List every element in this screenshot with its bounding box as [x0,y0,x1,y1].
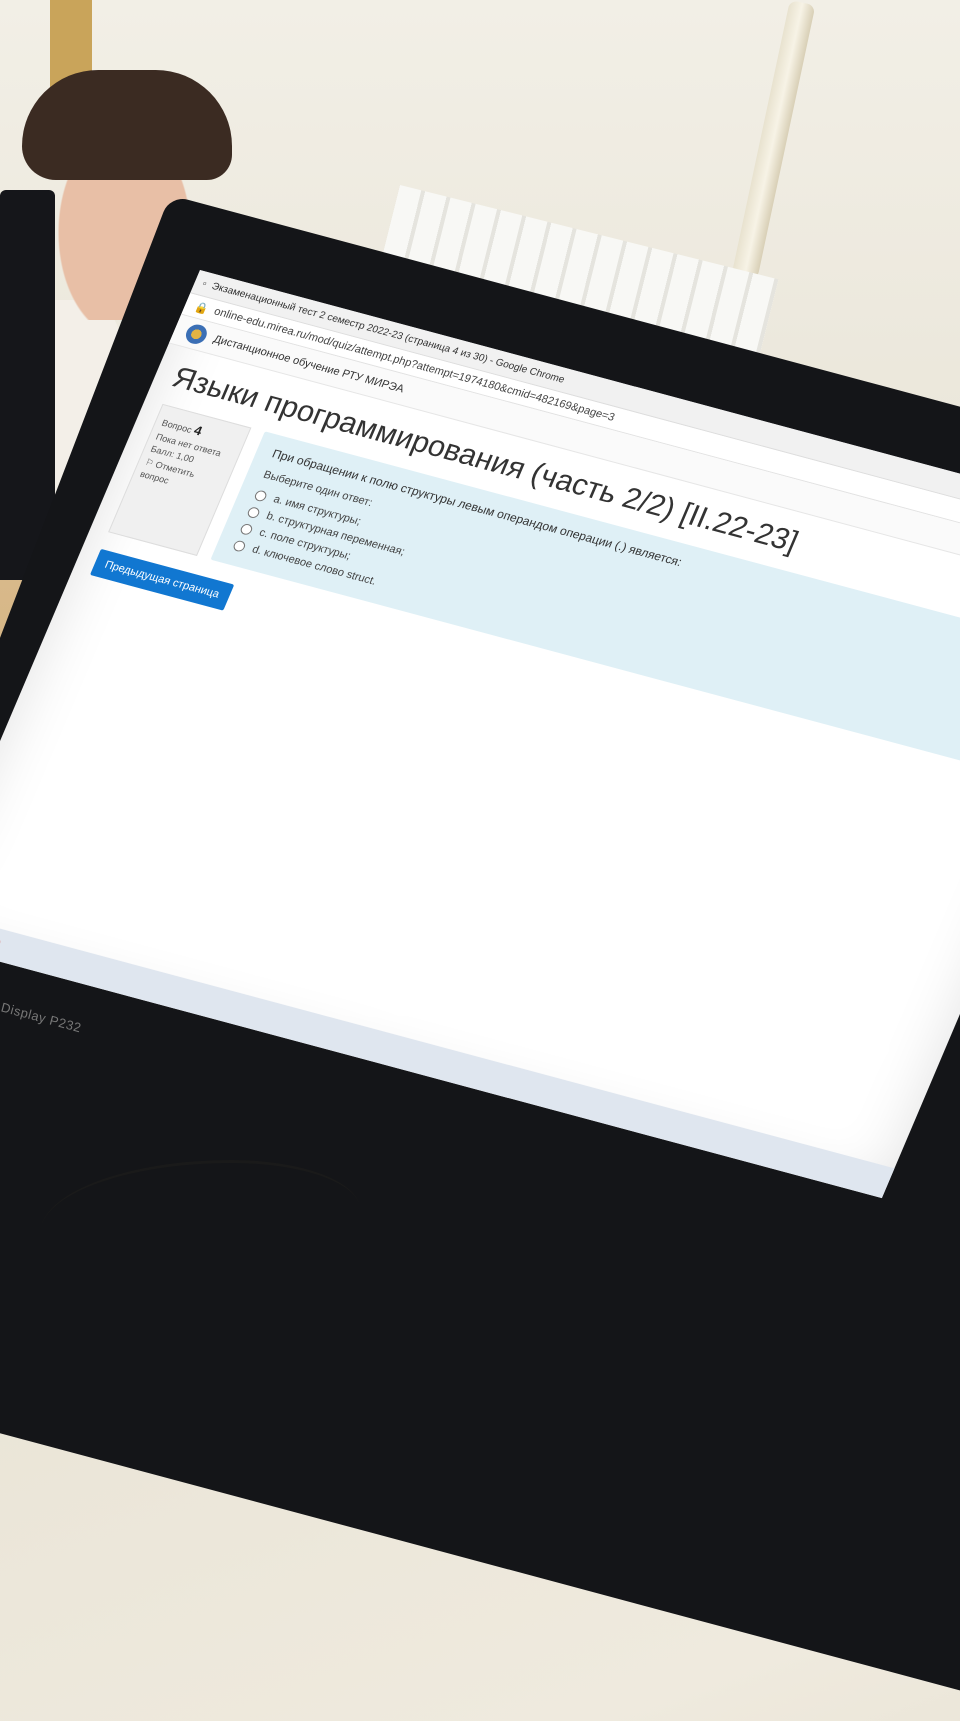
page-icon: ▫ [200,278,209,290]
radio-c[interactable] [239,522,255,536]
lock-icon: 🔒 [192,300,211,316]
university-logo-icon[interactable] [182,322,210,347]
chrome-icon[interactable] [0,932,4,954]
radio-d[interactable] [232,539,248,553]
question-number: 4 [191,422,205,439]
radio-b[interactable] [246,505,262,519]
student-hair [22,70,232,180]
radio-a[interactable] [253,488,269,502]
